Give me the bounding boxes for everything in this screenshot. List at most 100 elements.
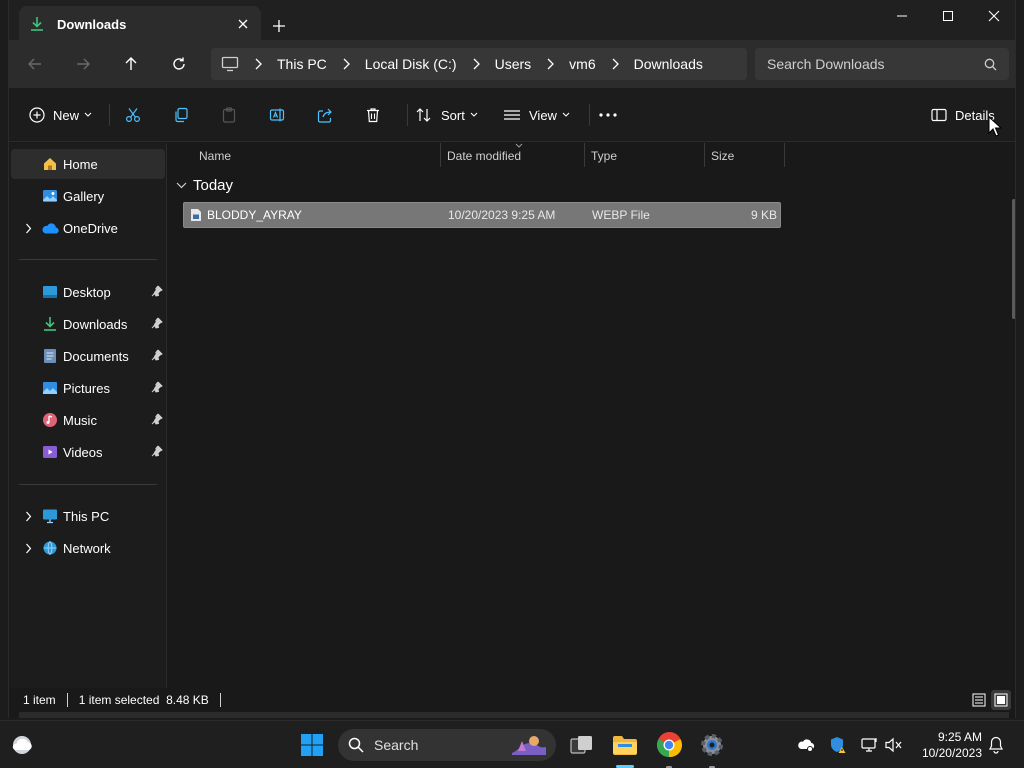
- file-explorer-taskbar-icon[interactable]: [609, 729, 641, 761]
- rename-button[interactable]: [269, 102, 285, 128]
- sidebar-item-downloads[interactable]: Downloads: [11, 309, 165, 339]
- item-count: 1 item: [23, 693, 56, 707]
- computer-icon: [41, 507, 59, 525]
- pin-icon[interactable]: [151, 349, 163, 361]
- sidebar-item-onedrive[interactable]: OneDrive: [11, 213, 165, 243]
- sort-label: Sort: [441, 107, 465, 123]
- chevron-right-icon: [469, 57, 483, 71]
- onedrive-tray-icon[interactable]: [796, 735, 816, 755]
- computer-icon: [221, 56, 239, 72]
- close-tab-icon[interactable]: [235, 16, 251, 32]
- status-divider: [219, 693, 221, 707]
- maximize-button[interactable]: [925, 4, 971, 28]
- task-view-button[interactable]: [566, 729, 598, 761]
- column-divider[interactable]: [440, 143, 441, 167]
- sidebar-item-gallery[interactable]: Gallery: [11, 181, 165, 211]
- new-button[interactable]: New: [29, 102, 92, 128]
- new-tab-button[interactable]: [267, 14, 291, 38]
- breadcrumb-users[interactable]: Users: [495, 56, 532, 72]
- paste-button[interactable]: [221, 102, 237, 128]
- sidebar-item-label: Downloads: [63, 316, 128, 332]
- search-icon[interactable]: [984, 58, 997, 71]
- chevron-right-icon: [608, 57, 622, 71]
- back-button[interactable]: [23, 52, 47, 76]
- breadcrumb-downloads[interactable]: Downloads: [634, 56, 703, 72]
- group-header-today[interactable]: Today: [176, 177, 233, 194]
- start-button[interactable]: [296, 729, 328, 761]
- column-divider[interactable]: [584, 143, 585, 167]
- sidebar-item-this-pc[interactable]: This PC: [11, 501, 165, 531]
- sidebar-item-documents[interactable]: Documents: [11, 341, 165, 371]
- sidebar-item-label: Videos: [63, 444, 103, 460]
- pin-icon[interactable]: [151, 445, 163, 457]
- navigation-pane: Home Gallery OneDrive Desktop Downloads …: [9, 143, 167, 688]
- scrollbar-thumb[interactable]: [1012, 199, 1015, 319]
- delete-button[interactable]: [365, 102, 381, 128]
- sort-icon: [415, 107, 433, 123]
- breadcrumb-this-pc[interactable]: This PC: [277, 56, 327, 72]
- details-view-toggle[interactable]: [969, 690, 989, 710]
- breadcrumb-vm6[interactable]: vm6: [569, 56, 595, 72]
- column-header-name[interactable]: Name: [199, 143, 231, 169]
- settings-taskbar-icon[interactable]: [696, 729, 728, 761]
- pin-icon[interactable]: [151, 285, 163, 297]
- sidebar-item-home[interactable]: Home: [11, 149, 165, 179]
- column-header-size[interactable]: Size: [711, 143, 734, 169]
- sidebar-item-videos[interactable]: Videos: [11, 437, 165, 467]
- details-view-icon: [972, 693, 986, 707]
- system-clock[interactable]: 9:25 AM 10/20/2023: [910, 729, 982, 761]
- clipboard-icon: [221, 107, 237, 123]
- sidebar-divider: [19, 259, 157, 260]
- volume-muted-icon[interactable]: [884, 735, 904, 755]
- notification-bell-icon[interactable]: [986, 735, 1006, 755]
- column-header-date-modified[interactable]: Date modified: [447, 143, 521, 169]
- taskbar-search-box[interactable]: Search: [338, 729, 556, 761]
- tab-title: Downloads: [57, 16, 127, 32]
- search-input[interactable]: [767, 56, 984, 72]
- column-header-type[interactable]: Type: [591, 143, 617, 169]
- sidebar-item-label: Gallery: [63, 188, 105, 204]
- search-box[interactable]: [755, 48, 1009, 80]
- copy-button[interactable]: [173, 102, 189, 128]
- file-row[interactable]: BLODDY_AYRAY 10/20/2023 9:25 AM WEBP Fil…: [183, 202, 781, 228]
- refresh-button[interactable]: [167, 52, 191, 76]
- sidebar-item-pictures[interactable]: Pictures: [11, 373, 165, 403]
- chrome-taskbar-icon[interactable]: [653, 729, 685, 761]
- share-button[interactable]: [317, 102, 333, 128]
- sidebar-item-network[interactable]: Network: [11, 533, 165, 563]
- column-divider[interactable]: [784, 143, 785, 167]
- minimize-button[interactable]: [879, 4, 925, 28]
- sidebar-item-music[interactable]: Music: [11, 405, 165, 435]
- forward-button[interactable]: [71, 52, 95, 76]
- pin-icon[interactable]: [151, 317, 163, 329]
- view-lines-icon: [503, 107, 521, 123]
- clock-date: 10/20/2023: [921, 746, 982, 760]
- pin-icon[interactable]: [151, 413, 163, 425]
- chevron-right-icon[interactable]: [21, 509, 35, 523]
- large-icons-view-toggle[interactable]: [991, 690, 1011, 710]
- vertical-scrollbar[interactable]: [1011, 143, 1015, 688]
- chevron-down-icon: [84, 112, 92, 118]
- address-bar[interactable]: This PC Local Disk (C:) Users vm6 Downlo…: [211, 48, 747, 80]
- weather-widget-icon[interactable]: [6, 729, 38, 761]
- chevron-right-icon[interactable]: [21, 541, 35, 555]
- network-tray-icon[interactable]: [860, 735, 880, 755]
- more-options-button[interactable]: [599, 102, 617, 128]
- security-shield-icon[interactable]: [828, 735, 848, 755]
- close-window-button[interactable]: [971, 4, 1015, 28]
- cut-button[interactable]: [125, 102, 141, 128]
- tab-downloads[interactable]: Downloads: [19, 6, 261, 42]
- file-name: BLODDY_AYRAY: [207, 208, 302, 222]
- column-divider[interactable]: [704, 143, 705, 167]
- horizontal-scrollbar[interactable]: [19, 712, 1009, 718]
- pin-icon[interactable]: [151, 381, 163, 393]
- view-button[interactable]: View: [503, 102, 570, 128]
- chevron-right-icon[interactable]: [21, 221, 35, 235]
- up-button[interactable]: [119, 52, 143, 76]
- sidebar-item-label: Pictures: [63, 380, 110, 396]
- trash-icon: [365, 107, 381, 123]
- breadcrumb-local-disk[interactable]: Local Disk (C:): [365, 56, 457, 72]
- sort-button[interactable]: Sort: [415, 102, 478, 128]
- details-button[interactable]: Details: [931, 102, 995, 128]
- sidebar-item-desktop[interactable]: Desktop: [11, 277, 165, 307]
